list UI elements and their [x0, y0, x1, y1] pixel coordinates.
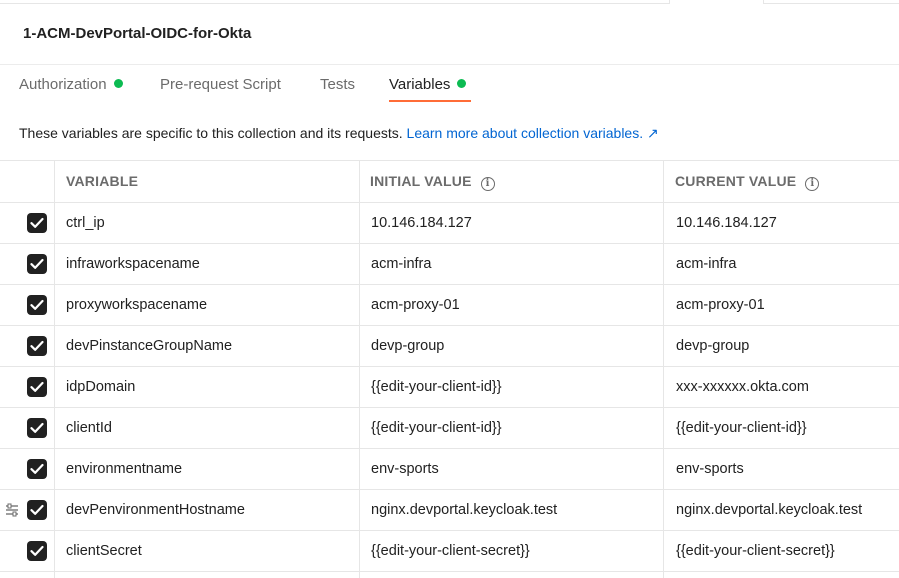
initial-value-cell[interactable]: env-sports	[371, 461, 439, 477]
initial-value-cell[interactable]: 10.146.184.127	[371, 215, 472, 231]
status-dot-icon	[457, 79, 467, 88]
current-value-cell[interactable]: acm-proxy-01	[676, 297, 765, 313]
tab-tests[interactable]: Tests	[320, 76, 355, 93]
top-tab-strip	[0, 0, 899, 4]
variables-description: These variables are specific to this col…	[19, 125, 659, 142]
table-row: environmentname env-sports env-sports	[0, 449, 899, 490]
check-icon	[30, 545, 44, 556]
check-icon	[30, 422, 44, 433]
check-icon	[30, 258, 44, 269]
tab-label: Authorization	[19, 76, 107, 93]
check-icon	[30, 381, 44, 392]
table-row: idpDomain {{edit-your-client-id}} xxx-xxxx…	[0, 367, 899, 408]
row-enabled-checkbox[interactable]	[27, 336, 47, 356]
tab-authorization[interactable]: Authorization	[19, 76, 123, 93]
table-row: clientSecret {{edit-your-client-secret}} {…	[0, 531, 899, 572]
check-icon	[30, 340, 44, 351]
current-value-cell[interactable]: acm-infra	[676, 256, 736, 272]
row-enabled-checkbox[interactable]	[27, 500, 47, 520]
table-row: ctrl_ip 10.146.184.127 10.146.184.127	[0, 203, 899, 244]
row-divider	[0, 571, 899, 572]
initial-value-cell[interactable]: acm-infra	[371, 256, 431, 272]
variable-name-cell[interactable]: environmentname	[66, 461, 182, 477]
current-value-cell[interactable]: 10.146.184.127	[676, 215, 777, 231]
initial-value-cell[interactable]: {{edit-your-client-secret}}	[371, 543, 530, 559]
table-row: devPenvironmentHostname nginx.devportal.k…	[0, 490, 899, 531]
variable-name-cell[interactable]: devPenvironmentHostname	[66, 502, 245, 518]
current-value-cell[interactable]: {{edit-your-client-id}}	[676, 420, 807, 436]
row-enabled-checkbox[interactable]	[27, 377, 47, 397]
column-header-variable: VARIABLE	[66, 173, 139, 189]
initial-value-cell[interactable]: {{edit-your-client-id}}	[371, 420, 502, 436]
description-text: These variables are specific to this col…	[19, 125, 403, 141]
initial-value-cell[interactable]: devp-group	[371, 338, 444, 354]
table-row: devPinstanceGroupName devp-group devp-grou…	[0, 326, 899, 367]
column-header-current-value: CURRENT VALUE i	[675, 173, 820, 191]
row-enabled-checkbox[interactable]	[27, 254, 47, 274]
check-icon	[30, 463, 44, 474]
variable-name-cell[interactable]: proxyworkspacename	[66, 297, 207, 313]
variable-name-cell[interactable]: clientSecret	[66, 543, 142, 559]
tab-label: Variables	[389, 76, 451, 93]
table-row: clientId {{edit-your-client-id}} {{edit-yo…	[0, 408, 899, 449]
table-row: infraworkspacename acm-infra acm-infra	[0, 244, 899, 285]
row-enabled-checkbox[interactable]	[27, 295, 47, 315]
check-icon	[30, 299, 44, 310]
row-enabled-checkbox[interactable]	[27, 459, 47, 479]
row-enabled-checkbox[interactable]	[27, 213, 47, 233]
variable-name-cell[interactable]: ctrl_ip	[66, 215, 105, 231]
variable-name-cell[interactable]: infraworkspacename	[66, 256, 200, 272]
variable-name-cell[interactable]: idpDomain	[66, 379, 135, 395]
variable-name-cell[interactable]: devPinstanceGroupName	[66, 338, 232, 354]
initial-value-cell[interactable]: acm-proxy-01	[371, 297, 460, 313]
row-enabled-checkbox[interactable]	[27, 418, 47, 438]
row-enabled-checkbox[interactable]	[27, 541, 47, 561]
tab-pre-request-script[interactable]: Pre-request Script	[160, 76, 281, 93]
current-value-cell[interactable]: {{edit-your-client-secret}}	[676, 543, 835, 559]
tab-label: Pre-request Script	[160, 76, 281, 93]
status-dot-icon	[113, 79, 123, 88]
divider	[0, 64, 899, 65]
table-row: proxyworkspacename acm-proxy-01 acm-proxy-…	[0, 285, 899, 326]
tab-variables[interactable]: Variables	[389, 76, 467, 93]
active-tab-underline	[389, 100, 471, 102]
info-icon[interactable]: i	[480, 177, 495, 191]
collection-title: 1-ACM-DevPortal-OIDC-for-Okta	[23, 25, 252, 42]
check-icon	[30, 504, 44, 515]
drag-handle-icon[interactable]	[5, 502, 19, 518]
current-value-cell[interactable]: nginx.devportal.keycloak.test	[676, 502, 862, 518]
initial-value-cell[interactable]: {{edit-your-client-id}}	[371, 379, 502, 395]
current-value-cell[interactable]: env-sports	[676, 461, 744, 477]
learn-more-link[interactable]: Learn more about collection variables. ↗	[407, 125, 659, 141]
initial-value-cell[interactable]: nginx.devportal.keycloak.test	[371, 502, 557, 518]
check-icon	[30, 217, 44, 228]
variable-name-cell[interactable]: clientId	[66, 420, 112, 436]
info-icon[interactable]: i	[805, 177, 820, 191]
current-value-cell[interactable]: xxx-xxxxxx.okta.com	[676, 379, 809, 395]
current-value-cell[interactable]: devp-group	[676, 338, 749, 354]
column-header-initial-value: INITIAL VALUE i	[370, 173, 495, 191]
tab-label: Tests	[320, 76, 356, 93]
